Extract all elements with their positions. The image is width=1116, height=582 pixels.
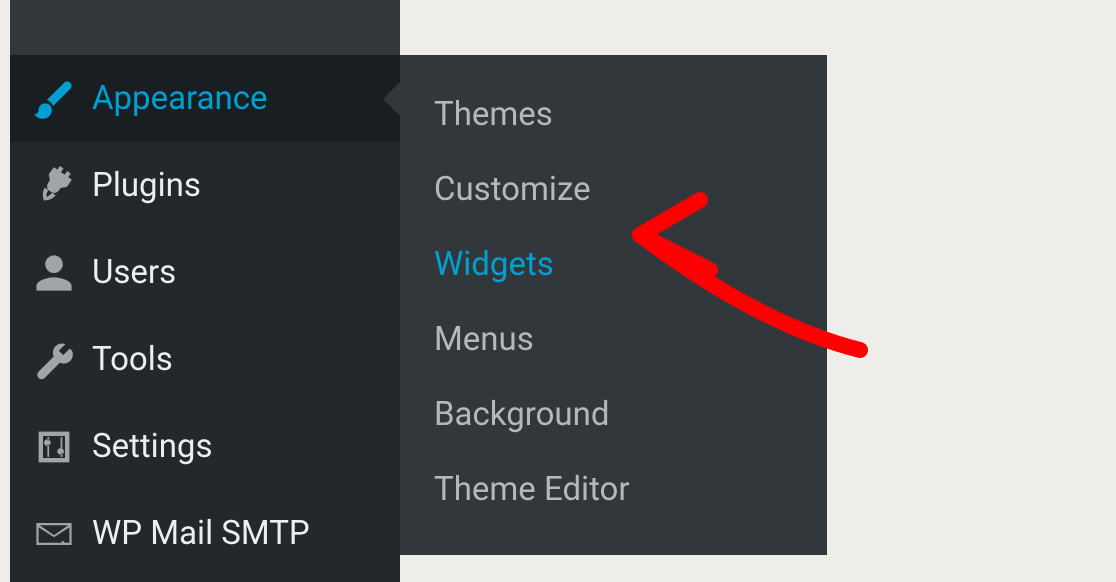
admin-sidebar: Appearance Plugins Users Tools Settings … [10, 0, 400, 582]
brush-icon [30, 75, 78, 123]
sidebar-item-wp-mail-smtp[interactable]: WP Mail SMTP [10, 490, 400, 577]
submenu-item-menus[interactable]: Menus [400, 302, 827, 377]
flyout-pointer [383, 81, 401, 117]
sidebar-top-gap [10, 0, 400, 55]
sidebar-item-label: WP Mail SMTP [92, 514, 310, 553]
submenu-item-theme-editor[interactable]: Theme Editor [400, 452, 827, 527]
sidebar-item-label: Appearance [92, 79, 268, 118]
submenu-item-background[interactable]: Background [400, 377, 827, 452]
plug-icon [30, 162, 78, 210]
sidebar-item-users[interactable]: Users [10, 229, 400, 316]
wrench-icon [30, 336, 78, 384]
sidebar-item-plugins[interactable]: Plugins [10, 142, 400, 229]
sidebar-item-label: Users [92, 253, 176, 292]
sidebar-item-settings[interactable]: Settings [10, 403, 400, 490]
sidebar-item-label: Settings [92, 427, 213, 466]
sidebar-item-tools[interactable]: Tools [10, 316, 400, 403]
submenu-item-themes[interactable]: Themes [400, 77, 827, 152]
appearance-submenu: Themes Customize Widgets Menus Backgroun… [400, 55, 827, 555]
submenu-item-customize[interactable]: Customize [400, 152, 827, 227]
submenu-item-widgets[interactable]: Widgets [400, 227, 827, 302]
sliders-icon [30, 423, 78, 471]
sidebar-item-label: Tools [92, 340, 173, 379]
user-icon [30, 249, 78, 297]
sidebar-item-appearance[interactable]: Appearance [10, 55, 400, 142]
mail-icon [30, 510, 78, 558]
sidebar-item-label: Plugins [92, 166, 201, 205]
